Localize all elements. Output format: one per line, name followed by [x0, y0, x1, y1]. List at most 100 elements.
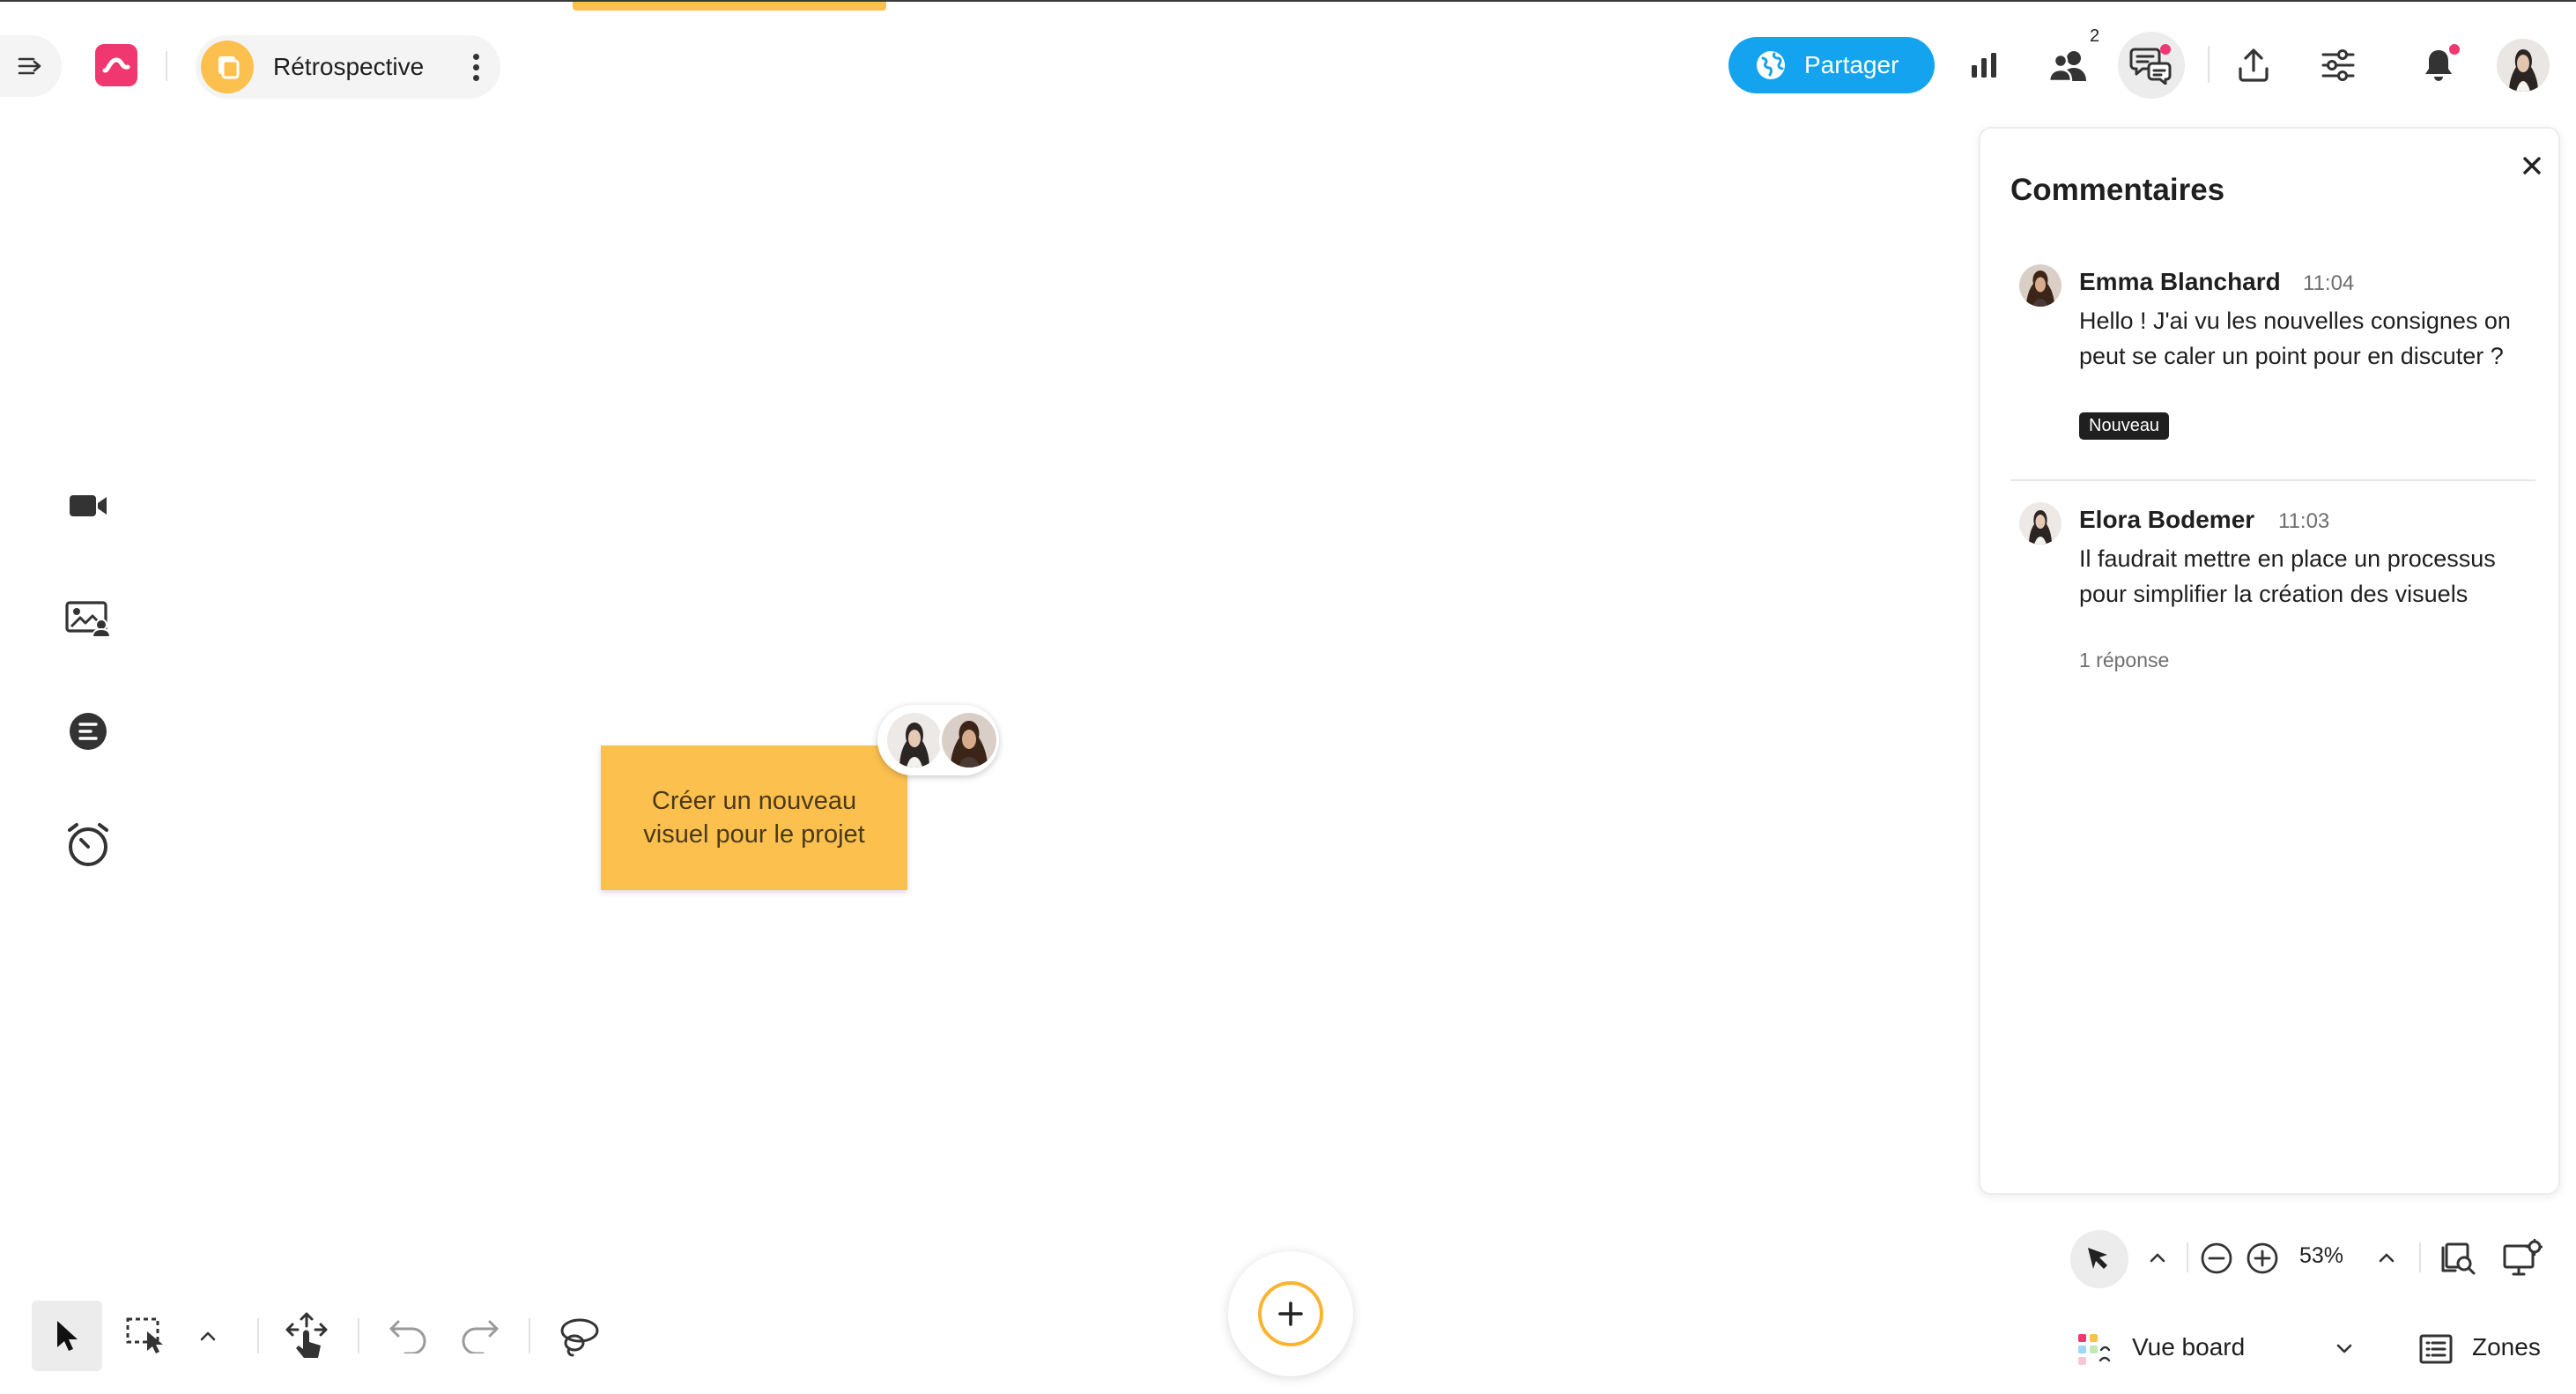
image-gallery-icon	[65, 601, 112, 637]
zoom-in-button[interactable]	[2245, 1241, 2280, 1276]
collaborators-count: 2	[2090, 26, 2100, 46]
comments-panel: Commentaires Emma Blanchard 11:04 Hello …	[1979, 127, 2560, 1195]
notification-dot	[2449, 44, 2460, 55]
undo-button[interactable]	[382, 1309, 435, 1362]
video-icon	[70, 495, 107, 516]
chevron-up-icon	[2150, 1253, 2165, 1263]
search-board-button[interactable]	[2435, 1237, 2479, 1279]
collapse-sidebar-button[interactable]	[0, 35, 62, 97]
app-logo-icon	[102, 57, 130, 73]
chart-icon	[1972, 53, 1996, 78]
view-selector[interactable]: Vue board	[2132, 1333, 2245, 1361]
sticky-note[interactable]: Créer un nouveau visuel pour le projet	[601, 745, 907, 890]
collapse-icon	[18, 57, 41, 75]
collaborator-viewport-indicator	[573, 2, 886, 11]
export-button[interactable]	[2227, 39, 2280, 92]
window-top-line	[0, 0, 2576, 2]
undo-icon	[389, 1320, 426, 1353]
zones-button[interactable]: Zones	[2472, 1333, 2541, 1361]
board-title[interactable]: Rétrospective	[273, 53, 424, 81]
select-tool-button[interactable]	[32, 1301, 102, 1371]
cursor-mode-button[interactable]	[2070, 1230, 2128, 1288]
divider	[166, 51, 167, 81]
divider	[529, 1318, 530, 1353]
move-icon	[285, 1312, 328, 1358]
globe-icon	[1757, 51, 1785, 79]
user-avatar[interactable]	[2497, 39, 2550, 92]
lasso-icon	[560, 1318, 599, 1357]
lasso-tool-button[interactable]	[553, 1309, 606, 1362]
divider	[2010, 479, 2535, 481]
collaborators-button[interactable]	[2042, 39, 2095, 92]
divider	[2187, 1242, 2188, 1272]
cursor-icon	[2088, 1248, 2107, 1269]
divider	[358, 1318, 359, 1353]
presentation-settings-button[interactable]	[2500, 1235, 2544, 1279]
comment-text: Il faudrait mettre en place un processus…	[2079, 545, 2496, 607]
templates-button[interactable]	[62, 592, 115, 645]
selection-options-toggle[interactable]	[181, 1309, 234, 1362]
search-board-icon	[2441, 1242, 2476, 1275]
divider	[2419, 1242, 2421, 1272]
analytics-button[interactable]	[1958, 39, 2010, 92]
zoom-level[interactable]: 53%	[2299, 1243, 2343, 1269]
close-icon	[2523, 157, 2541, 174]
redo-button[interactable]	[453, 1309, 506, 1362]
marquee-select-tool-button[interactable]	[120, 1309, 173, 1362]
board-settings-button[interactable]	[2312, 39, 2365, 92]
pan-tool-button[interactable]	[280, 1309, 333, 1362]
close-panel-button[interactable]	[2514, 148, 2550, 183]
redo-icon	[462, 1320, 499, 1353]
zoom-in-icon	[2247, 1242, 2278, 1274]
avatar	[939, 710, 999, 770]
unread-comments-dot	[2160, 44, 2171, 55]
zones-button-icon[interactable]	[2416, 1329, 2456, 1369]
comment-author[interactable]: Emma Blanchard	[2079, 268, 2281, 296]
comment-item[interactable]: Emma Blanchard 11:04 Hello ! J'ai vu les…	[2010, 259, 2535, 462]
zoom-out-button[interactable]	[2199, 1241, 2234, 1276]
reply-count-link[interactable]: 1 réponse	[2079, 649, 2169, 672]
sticky-comment-avatars[interactable]	[877, 705, 999, 775]
board-icon	[201, 41, 254, 93]
avatar	[2019, 264, 2062, 307]
comments-button[interactable]	[2118, 32, 2185, 99]
comment-text: Hello ! J'ai vu les nouvelles consignes …	[2079, 308, 2511, 369]
present-icon	[2503, 1239, 2543, 1276]
share-label: Partager	[1804, 51, 1899, 78]
divider	[2208, 46, 2210, 83]
comment-item[interactable]: Elora Bodemer 11:03 Il faudrait mettre e…	[2010, 497, 2535, 682]
marquee-select-icon	[126, 1317, 163, 1353]
add-element-button[interactable]	[1228, 1251, 1353, 1376]
view-selector-toggle[interactable]	[2331, 1336, 2358, 1362]
plus-icon	[1258, 1281, 1323, 1346]
zones-icon	[2419, 1334, 2453, 1364]
comment-author[interactable]: Elora Bodemer	[2079, 506, 2254, 534]
select-icon	[57, 1321, 78, 1351]
chevron-up-icon	[200, 1331, 216, 1341]
comment-time: 11:04	[2303, 271, 2355, 295]
settings-icon	[2321, 49, 2355, 81]
share-button[interactable]: Partager	[1728, 37, 1935, 93]
avatar	[885, 710, 944, 770]
sticky-note-text: Créer un nouveau visuel pour le projet	[643, 787, 865, 849]
collaborators-icon	[2047, 51, 2086, 83]
chevron-down-icon	[2336, 1344, 2352, 1353]
cursor-options-toggle[interactable]	[2143, 1242, 2173, 1272]
comment-time: 11:03	[2278, 509, 2330, 533]
agenda-icon	[70, 713, 107, 750]
chevron-up-icon	[2379, 1253, 2395, 1263]
board-title-pill[interactable]: Rétrospective	[196, 35, 500, 99]
view-board-icon	[2074, 1329, 2114, 1369]
timer-button[interactable]	[62, 818, 115, 871]
app-logo-button[interactable]	[95, 44, 137, 86]
avatar	[2019, 502, 2062, 545]
timer-icon	[68, 823, 108, 866]
upload-icon	[2239, 48, 2269, 82]
panel-title: Commentaires	[2010, 173, 2225, 207]
new-badge: Nouveau	[2079, 412, 2170, 440]
zoom-out-icon	[2201, 1242, 2232, 1274]
more-icon[interactable]	[470, 53, 481, 81]
agenda-button[interactable]	[62, 705, 115, 758]
video-call-button[interactable]	[62, 479, 115, 532]
zoom-options-toggle[interactable]	[2372, 1242, 2402, 1272]
